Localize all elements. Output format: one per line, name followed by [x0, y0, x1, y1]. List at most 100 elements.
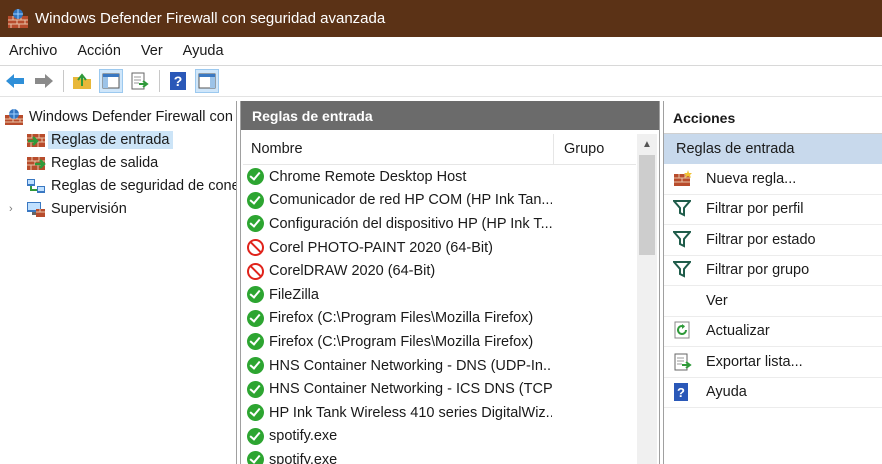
toolbar: ?	[0, 65, 882, 97]
tree-item-monitoring[interactable]: › Supervisión	[0, 197, 236, 220]
block-icon	[247, 262, 264, 280]
action-item[interactable]: Ver	[664, 286, 882, 317]
action-item[interactable]: Nueva regla...	[664, 164, 882, 195]
menu-bar: Archivo Acción Ver Ayuda	[0, 37, 882, 65]
action-item[interactable]: Filtrar por perfil	[664, 195, 882, 225]
expand-chevron-icon[interactable]: ›	[9, 203, 13, 215]
rules-pane: Reglas de entrada Nombre Grupo Chrome Re…	[240, 101, 660, 464]
svg-text:?: ?	[677, 385, 685, 400]
tree-root[interactable]: Windows Defender Firewall con	[0, 105, 236, 128]
table-row[interactable]: CorelDRAW 2020 (64-Bit)	[247, 259, 637, 283]
new-rule-icon	[673, 169, 693, 189]
rule-name: spotify.exe	[269, 428, 338, 445]
menu-accion[interactable]: Acción	[67, 43, 131, 59]
title-bar: Windows Defender Firewall con seguridad …	[0, 0, 882, 37]
table-row[interactable]: Configuración del dispositivo HP (HP Ink…	[247, 212, 637, 236]
firewall-icon	[4, 108, 24, 126]
allow-check-icon	[247, 286, 264, 304]
no-icon	[673, 291, 693, 311]
menu-ver[interactable]: Ver	[131, 43, 173, 59]
menu-archivo[interactable]: Archivo	[0, 43, 67, 59]
action-item[interactable]: ? Ayuda	[664, 378, 882, 408]
console-tree: Windows Defender Firewall con Reglas de …	[0, 101, 237, 464]
rule-name: FileZilla	[269, 286, 319, 303]
rules-pane-header: Reglas de entrada	[241, 101, 659, 130]
column-header-group[interactable]: Grupo	[554, 141, 604, 157]
rule-name: HNS Container Networking - DNS (UDP-In..…	[269, 357, 552, 374]
table-row[interactable]: HNS Container Networking - DNS (UDP-In..…	[247, 354, 637, 378]
outbound-rules-icon	[26, 154, 46, 172]
vertical-scrollbar[interactable]: ▲	[637, 134, 657, 464]
column-header-name[interactable]: Nombre	[243, 134, 554, 164]
action-label: Filtrar por grupo	[706, 262, 810, 279]
rule-name: spotify.exe	[269, 451, 338, 464]
rule-name: Firefox (C:\Program Files\Mozilla Firefo…	[269, 310, 534, 327]
help-icon[interactable]: ?	[166, 69, 190, 93]
rule-name: HP Ink Tank Wireless 410 series DigitalW…	[269, 404, 552, 421]
table-row[interactable]: HNS Container Networking - ICS DNS (TCP.…	[247, 377, 637, 401]
connection-security-icon	[26, 177, 46, 195]
action-label: Nueva regla...	[706, 170, 797, 187]
action-item[interactable]: Exportar lista...	[664, 347, 882, 378]
actions-section-inbound-rules[interactable]: Reglas de entrada	[664, 134, 882, 164]
table-row[interactable]: Corel PHOTO-PAINT 2020 (64-Bit)	[247, 236, 637, 260]
filter-icon	[671, 199, 693, 219]
show-hide-action-pane-icon[interactable]	[195, 69, 219, 93]
table-row[interactable]: Comunicador de red HP COM (HP Ink Tan...	[247, 189, 637, 213]
filter-icon	[671, 230, 693, 250]
rule-name: Chrome Remote Desktop Host	[269, 168, 467, 185]
export-list-icon	[673, 352, 693, 372]
actions-header: Acciones	[664, 103, 882, 134]
refresh-icon	[673, 321, 693, 341]
allow-check-icon	[247, 357, 264, 375]
actions-list: Nueva regla... Filtrar por perfil Filtrar …	[664, 164, 882, 408]
svg-text:?: ?	[174, 73, 183, 89]
tree-item-inbound-rules[interactable]: Reglas de entrada	[0, 128, 236, 151]
allow-check-icon	[247, 215, 264, 233]
export-list-icon[interactable]	[128, 69, 152, 93]
tree-item-label: Supervisión	[51, 200, 127, 217]
back-icon[interactable]	[3, 69, 27, 93]
allow-check-icon	[247, 380, 264, 398]
column-headers: Nombre Grupo	[243, 134, 636, 165]
menu-ayuda[interactable]: Ayuda	[173, 43, 234, 59]
action-label: Ver	[706, 292, 728, 309]
action-label: Actualizar	[706, 323, 770, 340]
table-row[interactable]: Firefox (C:\Program Files\Mozilla Firefo…	[247, 307, 637, 331]
rule-name: Comunicador de red HP COM (HP Ink Tan...	[269, 192, 552, 209]
action-item[interactable]: Filtrar por grupo	[664, 256, 882, 286]
table-row[interactable]: FileZilla	[247, 283, 637, 307]
action-item[interactable]: Filtrar por estado	[664, 225, 882, 256]
table-row[interactable]: HP Ink Tank Wireless 410 series DigitalW…	[247, 401, 637, 425]
allow-check-icon	[247, 427, 264, 445]
rules-list: Chrome Remote Desktop Host Comunicador de…	[247, 165, 637, 464]
rule-name: Configuración del dispositivo HP (HP Ink…	[269, 215, 552, 232]
table-row[interactable]: spotify.exe	[247, 425, 637, 449]
action-label: Ayuda	[706, 384, 747, 401]
table-row[interactable]: Chrome Remote Desktop Host	[247, 165, 637, 189]
toolbar-separator	[159, 70, 160, 92]
scroll-up-icon[interactable]: ▲	[637, 134, 657, 154]
actions-pane: Acciones Reglas de entrada Nueva regla..…	[663, 101, 882, 464]
firewall-app-icon	[7, 8, 29, 30]
allow-check-icon	[247, 451, 264, 464]
tree-item-connection-security-rules[interactable]: Reglas de seguridad de cone	[0, 174, 236, 197]
tree-root-label: Windows Defender Firewall con	[29, 108, 233, 125]
action-label: Exportar lista...	[706, 353, 803, 370]
table-row[interactable]: Firefox (C:\Program Files\Mozilla Firefo…	[247, 330, 637, 354]
block-icon	[247, 239, 264, 257]
forward-icon[interactable]	[32, 69, 56, 93]
up-folder-icon[interactable]	[70, 69, 94, 93]
tree-item-outbound-rules[interactable]: Reglas de salida	[0, 151, 236, 174]
table-row[interactable]: spotify.exe	[247, 448, 637, 464]
scrollbar-thumb[interactable]	[639, 155, 655, 255]
allow-check-icon	[247, 333, 264, 351]
window-title: Windows Defender Firewall con seguridad …	[35, 10, 386, 27]
allow-check-icon	[247, 404, 264, 422]
toolbar-separator	[63, 70, 64, 92]
action-item[interactable]: Actualizar	[664, 317, 882, 347]
allow-check-icon	[247, 168, 264, 186]
monitoring-icon	[26, 200, 46, 218]
show-hide-tree-icon[interactable]	[99, 69, 123, 93]
tree-item-label: Reglas de seguridad de cone	[51, 177, 237, 194]
